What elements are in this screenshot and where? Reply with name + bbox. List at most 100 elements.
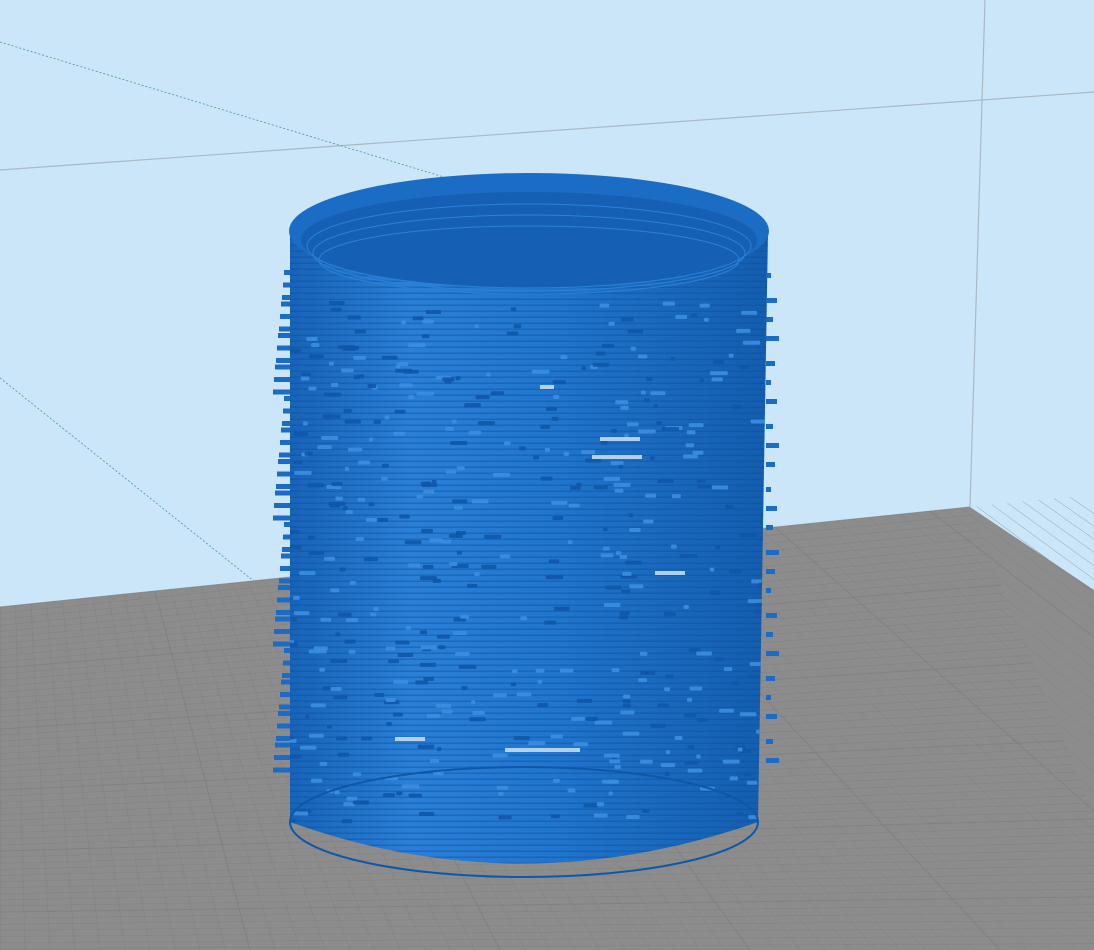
surface-bump [444, 379, 452, 384]
surface-bump [452, 419, 457, 424]
left-protrusion [274, 377, 290, 382]
surface-bump [416, 316, 424, 321]
right-protrusion [766, 588, 771, 593]
surface-bump [687, 744, 695, 749]
surface-bump [576, 482, 582, 487]
surface-bump [629, 584, 644, 589]
surface-bump [640, 390, 646, 395]
left-protrusion [278, 333, 290, 338]
surface-bump [642, 808, 650, 813]
surface-bump [319, 761, 328, 766]
surface-bump [686, 430, 696, 435]
surface-bump [560, 355, 568, 360]
surface-bump [419, 811, 435, 816]
surface-bump [739, 712, 757, 717]
surface-bump [393, 679, 409, 684]
surface-bump [342, 819, 353, 824]
scene-canvas[interactable] [0, 0, 1094, 950]
surface-bump [551, 416, 559, 421]
surface-bump [696, 651, 712, 656]
surface-bump [370, 612, 377, 617]
surface-bump [614, 764, 621, 769]
surface-bump [504, 441, 511, 446]
surface-bump [627, 329, 644, 334]
surface-bump [397, 361, 409, 366]
surface-bump [568, 503, 580, 508]
surface-bump [324, 556, 335, 561]
surface-bump [639, 651, 648, 656]
surface-bump [599, 303, 610, 308]
surface-bump [394, 409, 406, 414]
left-protrusion [280, 314, 290, 319]
surface-bump [661, 427, 680, 432]
surface-bump [743, 772, 751, 777]
left-protrusion [281, 679, 290, 685]
surface-bump [551, 500, 568, 505]
surface-bump [354, 329, 366, 334]
surface-bump [581, 366, 587, 371]
surface-bump [412, 316, 417, 321]
surface-bump [449, 533, 463, 538]
surface-bump [382, 463, 389, 468]
surface-bump [637, 354, 648, 359]
surface-bump [546, 406, 558, 411]
surface-bump [481, 564, 497, 569]
surface-bump [401, 320, 406, 325]
left-protrusion [273, 515, 290, 521]
surface-bump [603, 603, 621, 608]
surface-bump [299, 571, 316, 576]
surface-bump [567, 540, 573, 545]
surface-bump [416, 391, 435, 396]
surface-bump [355, 537, 364, 542]
cylinder-model[interactable] [270, 173, 790, 915]
surface-bump [624, 560, 642, 565]
right-protrusion [766, 676, 775, 681]
left-protrusion [282, 547, 290, 552]
surface-bump [686, 697, 693, 702]
surface-bump [679, 554, 698, 559]
surface-bump [623, 694, 631, 699]
left-protrusion [280, 566, 290, 571]
surface-bump [373, 419, 381, 424]
surface-bump [645, 377, 653, 382]
surface-bump [423, 677, 435, 682]
left-protrusion [284, 396, 290, 401]
surface-bump [423, 489, 435, 494]
surface-gap [592, 455, 642, 459]
surface-bump [421, 334, 430, 339]
surface-bump [471, 499, 489, 504]
surface-bump [533, 455, 540, 460]
surface-bump [467, 583, 478, 588]
surface-bump [609, 759, 621, 764]
surface-bump [335, 496, 343, 501]
surface-bump [643, 519, 654, 524]
surface-bump [348, 447, 363, 452]
surface-bump [308, 354, 324, 359]
surface-bump [313, 646, 328, 651]
surface-bump [550, 814, 560, 819]
surface-bump [615, 551, 622, 556]
surface-bump [478, 421, 495, 426]
surface-bump [544, 447, 550, 452]
surface-bump [649, 456, 655, 461]
surface-bump [420, 645, 437, 650]
surface-bump [662, 301, 675, 306]
surface-bump [739, 533, 758, 538]
surface-bump [548, 559, 560, 564]
surface-bump [622, 571, 632, 576]
surface-bump [516, 692, 532, 697]
surface-bump [691, 313, 698, 318]
surface-bump [486, 372, 491, 377]
surface-bump [492, 472, 511, 477]
surface-bump [512, 669, 518, 674]
3d-viewport[interactable] [0, 0, 1094, 950]
left-protrusion [274, 503, 290, 508]
surface-bump [333, 695, 348, 700]
surface-bump [593, 485, 608, 490]
surface-bump [395, 640, 410, 645]
surface-bump [385, 646, 396, 651]
surface-bump [341, 368, 354, 373]
left-protrusion [284, 648, 290, 653]
surface-bump [510, 307, 517, 312]
surface-bump [431, 479, 437, 484]
